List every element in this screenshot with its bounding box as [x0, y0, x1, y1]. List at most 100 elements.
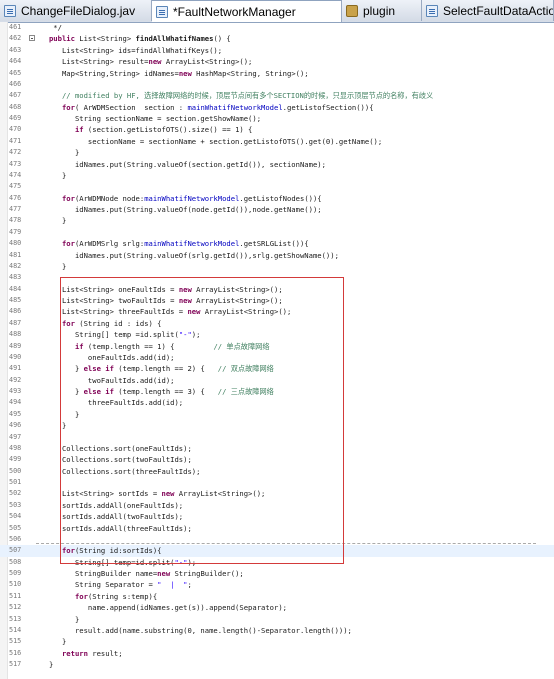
code-line[interactable]: 487 for (String id : ids) {	[0, 318, 554, 329]
code-line[interactable]: 513 }	[0, 614, 554, 625]
tab-faultnetworkmanager[interactable]: *FaultNetworkManager	[152, 0, 342, 22]
code-line[interactable]: 486 List<String> threeFaultIds = new Arr…	[0, 306, 554, 317]
code-line[interactable]: 503 sortIds.addAll(oneFaultIds);	[0, 500, 554, 511]
editor-tab-bar: ChangeFileDialog.jav *FaultNetworkManager…	[0, 0, 554, 23]
code-text: }	[36, 421, 67, 431]
line-number: 474	[9, 170, 22, 179]
code-text: }	[36, 216, 67, 226]
code-text: Map<String,String> idNames=new HashMap<S…	[36, 68, 309, 78]
caret-line-divider	[36, 542, 536, 544]
line-number: 508	[9, 557, 22, 566]
code-line[interactable]: 482 }	[0, 261, 554, 272]
code-line[interactable]: 470 if (section.getListofOTS().size() ==…	[0, 124, 554, 135]
code-line[interactable]: 509 StringBuilder name=new StringBuilder…	[0, 568, 554, 579]
code-line[interactable]: 499 Collections.sort(twoFaultIds);	[0, 454, 554, 465]
code-line[interactable]: 501	[0, 477, 554, 488]
line-number: 491	[9, 364, 22, 373]
line-number: 462	[9, 34, 22, 43]
code-line[interactable]: 464 List<String> result=new ArrayList<St…	[0, 56, 554, 67]
code-line[interactable]: 494 threeFaultIds.add(id);	[0, 397, 554, 408]
code-line[interactable]: 515 }	[0, 636, 554, 647]
code-text: name.append(idNames.get(s)).append(Separ…	[36, 603, 287, 613]
code-text: Collections.sort(threeFaultIds);	[36, 466, 201, 476]
code-line[interactable]: 492 twoFaultIds.add(id);	[0, 375, 554, 386]
code-line[interactable]: 488 String[] temp =id.split("-");	[0, 329, 554, 340]
code-line[interactable]: 466	[0, 79, 554, 90]
code-line[interactable]: 481 idNames.put(String.valueOf(srlg.getI…	[0, 250, 554, 261]
java-file-icon	[4, 4, 16, 17]
code-line[interactable]: 477 idNames.put(String.valueOf(node.getI…	[0, 204, 554, 215]
code-text: List<String> ids=findAllWhatifKeys();	[36, 45, 223, 55]
line-number: 506	[9, 534, 22, 543]
line-number: 483	[9, 273, 22, 282]
code-editor[interactable]: 461 */462 public List<String> findAllWha…	[0, 22, 554, 679]
code-line[interactable]: 510 String Separator = " | ";	[0, 579, 554, 590]
code-line[interactable]: 485 List<String> twoFaultIds = new Array…	[0, 295, 554, 306]
code-line[interactable]: 508 String[] temp=id.split("-");	[0, 557, 554, 568]
tab-selectfaultdataactio[interactable]: SelectFaultDataActio	[422, 0, 554, 21]
code-line[interactable]: 514 result.add(name.substring(0, name.le…	[0, 625, 554, 636]
fold-toggle-icon[interactable]	[29, 35, 35, 42]
code-text: }	[36, 614, 80, 624]
code-line[interactable]: 507 for(String id:sortIds){	[0, 545, 554, 557]
code-line[interactable]: 475	[0, 181, 554, 192]
line-number: 489	[9, 341, 22, 350]
code-line[interactable]: 506	[0, 534, 554, 545]
line-number: 496	[9, 421, 22, 430]
line-number: 490	[9, 352, 22, 361]
code-line[interactable]: 517 }	[0, 659, 554, 670]
code-line[interactable]: 493 } else if (temp.length == 3) { // 三点…	[0, 386, 554, 397]
line-number: 501	[9, 478, 22, 486]
code-text: result.add(name.substring(0, name.length…	[36, 625, 352, 635]
code-text: StringBuilder name=new StringBuilder();	[36, 569, 244, 578]
line-number: 513	[9, 614, 22, 623]
line-number: 512	[9, 603, 22, 612]
code-line[interactable]: 465 Map<String,String> idNames=new HashM…	[0, 68, 554, 79]
code-line[interactable]: 491 } else if (temp.length == 2) { // 双点…	[0, 363, 554, 374]
code-text: Collections.sort(oneFaultIds);	[36, 443, 192, 453]
code-line[interactable]: 474 }	[0, 170, 554, 181]
code-line[interactable]: 502 List<String> sortIds = new ArrayList…	[0, 488, 554, 499]
code-line[interactable]: 505 sortIds.addAll(threeFaultIds);	[0, 523, 554, 534]
code-line[interactable]: 484 List<String> oneFaultIds = new Array…	[0, 284, 554, 295]
line-number: 475	[9, 182, 22, 191]
code-line[interactable]: 516 return result;	[0, 648, 554, 659]
code-line[interactable]: 478 }	[0, 215, 554, 226]
code-line[interactable]: 461 */	[0, 22, 554, 33]
code-line[interactable]: 472 }	[0, 147, 554, 158]
tab-changefiledialog-jav[interactable]: ChangeFileDialog.jav	[0, 0, 152, 21]
code-line[interactable]: 476 for(ArWDMNode node:mainWhatifNetwork…	[0, 193, 554, 204]
code-line[interactable]: 469 String sectionName = section.getShow…	[0, 113, 554, 124]
code-text: String[] temp =id.split("-");	[36, 330, 201, 340]
code-line[interactable]: 479	[0, 227, 554, 238]
code-text: }	[36, 261, 67, 271]
line-number: 485	[9, 296, 22, 304]
line-number: 466	[9, 79, 22, 88]
line-number: 464	[9, 57, 22, 66]
line-number: 461	[9, 23, 22, 31]
code-line[interactable]: 489 if (temp.length == 1) { // 单点故障网络	[0, 341, 554, 352]
tab-label: ChangeFileDialog.jav	[21, 3, 136, 18]
code-line[interactable]: 467 // modified by HF, 选择故障网络的时候，顶层节点间有多…	[0, 90, 554, 101]
code-line[interactable]: 462 public List<String> findAllWhatifNam…	[0, 33, 554, 44]
code-line[interactable]: 495 }	[0, 409, 554, 420]
code-line[interactable]: 471 sectionName = sectionName + section.…	[0, 136, 554, 147]
code-line[interactable]: 473 idNames.put(String.valueOf(section.g…	[0, 159, 554, 170]
line-number: 479	[9, 227, 22, 236]
code-line[interactable]: 511 for(String s:temp){	[0, 591, 554, 602]
code-line[interactable]: 483	[0, 272, 554, 283]
code-line[interactable]: 512 name.append(idNames.get(s)).append(S…	[0, 602, 554, 613]
code-line[interactable]: 500 Collections.sort(threeFaultIds);	[0, 466, 554, 477]
code-line[interactable]: 496 }	[0, 420, 554, 431]
line-number: 469	[9, 114, 22, 122]
tab-plugin[interactable]: plugin	[342, 0, 422, 21]
code-line[interactable]: 504 sortIds.addAll(twoFaultIds);	[0, 511, 554, 522]
code-line[interactable]: 468 for( ArWDMSection section : mainWhat…	[0, 102, 554, 113]
code-line[interactable]: 480 for(ArWDMSrlg srlg:mainWhatifNetwork…	[0, 238, 554, 249]
code-text: threeFaultIds.add(id);	[36, 398, 184, 408]
code-line[interactable]: 463 List<String> ids=findAllWhatifKeys()…	[0, 45, 554, 56]
code-line[interactable]: 498 Collections.sort(oneFaultIds);	[0, 443, 554, 454]
code-lines: 461 */462 public List<String> findAllWha…	[0, 22, 554, 670]
code-line[interactable]: 490 oneFaultIds.add(id);	[0, 352, 554, 363]
code-line[interactable]: 497	[0, 432, 554, 443]
